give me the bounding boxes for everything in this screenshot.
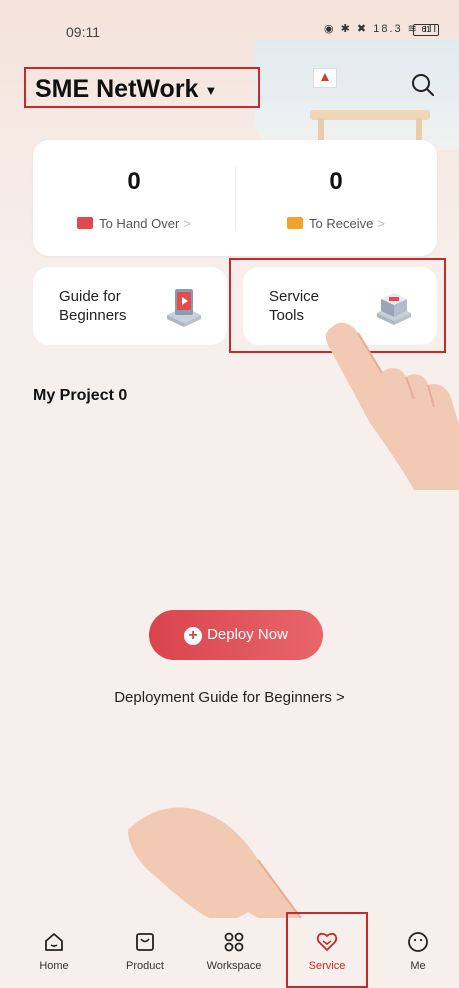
- chevron-right-icon: >: [183, 216, 191, 231]
- pointing-hand-illustration: [325, 322, 459, 490]
- status-bar: 09:11 ◉ ✱ ✖ 18.3 ≋ ıll 61: [0, 0, 459, 60]
- hero-desk-illustration: [310, 110, 430, 120]
- tab-home-label: Home: [39, 960, 69, 972]
- my-project-title: My Project 0: [33, 387, 128, 404]
- chevron-right-icon: >: [377, 216, 385, 231]
- tab-me-label: Me: [410, 960, 426, 972]
- hand-over-icon: [77, 217, 94, 229]
- tab-home[interactable]: Home: [14, 918, 94, 988]
- bag-icon: [136, 933, 154, 951]
- receive-count: 0: [329, 168, 343, 195]
- handover-counts-card: 0 To Hand Over > 0 To Receive >: [33, 140, 437, 256]
- receive-label: To Receive: [309, 216, 374, 231]
- guide-tile-label: Guide for Beginners: [59, 288, 127, 324]
- home-icon: [45, 933, 63, 951]
- battery-icon: 61: [413, 24, 439, 36]
- tab-product-label: Product: [126, 960, 164, 972]
- plus-circle-icon: +: [184, 627, 203, 645]
- to-receive[interactable]: 0 To Receive >: [235, 140, 437, 256]
- tab-product[interactable]: Product: [105, 918, 185, 988]
- deployment-guide-link[interactable]: Deployment Guide for Beginners >: [0, 689, 459, 706]
- tab-workspace-label: Workspace: [206, 960, 262, 972]
- tab-me[interactable]: Me: [378, 918, 458, 988]
- tab-workspace[interactable]: Workspace: [194, 918, 274, 988]
- hand-over-label: To Hand Over: [99, 216, 180, 231]
- caret-down-icon: ▼: [204, 82, 218, 98]
- video-guide-icon: [167, 289, 201, 327]
- search-icon: [412, 74, 434, 96]
- status-time: 09:11: [66, 24, 100, 40]
- service-tab-highlight: [286, 912, 368, 988]
- to-hand-over[interactable]: 0 To Hand Over >: [33, 140, 235, 256]
- grid-icon: [224, 932, 244, 952]
- network-selector[interactable]: SME NetWork ▼: [24, 67, 260, 108]
- hero-monitor-illustration: [313, 68, 337, 88]
- network-name: SME NetWork: [35, 75, 199, 103]
- hand-over-count: 0: [127, 168, 141, 195]
- smile-icon: [408, 932, 428, 952]
- hand-over-label-row: To Hand Over >: [33, 216, 235, 231]
- receive-label-row: To Receive >: [235, 216, 437, 231]
- search-button[interactable]: [410, 72, 436, 98]
- deploy-now-button[interactable]: + Deploy Now: [149, 610, 323, 660]
- receive-icon: [287, 217, 304, 229]
- bottom-tab-bar: Home Product Workspace Service Me: [0, 918, 459, 988]
- guide-for-beginners-tile[interactable]: Guide for Beginners: [33, 267, 227, 345]
- deploy-now-label: Deploy Now: [207, 626, 288, 643]
